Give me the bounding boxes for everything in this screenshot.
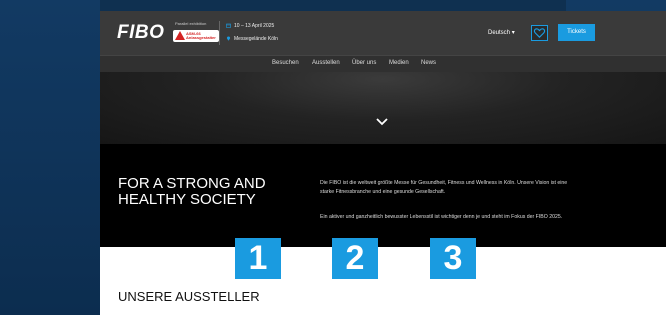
partner-line2: Anlassgestalter bbox=[186, 35, 216, 40]
background-left bbox=[0, 0, 100, 315]
location-pin-icon bbox=[226, 36, 231, 41]
scroll-down-chevron-icon[interactable] bbox=[376, 117, 388, 126]
calendar-icon bbox=[226, 23, 231, 28]
partner-caption: Parallel exhibition bbox=[175, 21, 207, 26]
step-marker-2: 2 bbox=[332, 238, 378, 279]
nav-item-medien[interactable]: Medien bbox=[389, 60, 409, 66]
headline-line2: HEALTHY SOCIETY bbox=[118, 191, 256, 208]
language-label: Deutsch bbox=[488, 30, 511, 36]
headline-line1: FOR A STRONG AND bbox=[118, 175, 266, 192]
header-divider bbox=[219, 21, 220, 45]
heart-icon bbox=[533, 28, 546, 38]
about-paragraph-2: Ein aktiver und ganzheitlich bewusster L… bbox=[320, 214, 563, 220]
partner-badge-text: ASM-66 Anlassgestalter bbox=[186, 32, 216, 40]
step-marker-1: 1 bbox=[235, 238, 281, 279]
chevron-down-icon: ▾ bbox=[511, 30, 515, 36]
nav-item-besuchen[interactable]: Besuchen bbox=[272, 60, 299, 66]
tickets-button[interactable]: Tickets bbox=[558, 24, 595, 41]
event-date: 10 – 13 April 2025 bbox=[234, 23, 275, 29]
nav-item-ueber-uns[interactable]: Über uns bbox=[352, 60, 376, 66]
hero-banner bbox=[100, 72, 666, 144]
site-header: FIBO Parallel exhibition ASM-66 Anlassge… bbox=[100, 11, 666, 55]
about-section: FOR A STRONG AND HEALTHY SOCIETY Die FIB… bbox=[100, 144, 666, 247]
about-paragraph-1: Die FIBO ist die weltweit größte Messe f… bbox=[320, 180, 568, 195]
nav-item-news[interactable]: News bbox=[421, 60, 436, 66]
warning-triangle-icon bbox=[175, 31, 185, 40]
nav-item-ausstellen[interactable]: Ausstellen bbox=[312, 60, 340, 66]
partner-logo: Parallel exhibition ASM-66 Anlassgestalt… bbox=[173, 21, 221, 45]
main-nav: Besuchen Ausstellen Über uns Medien News bbox=[100, 55, 666, 72]
browser-page: FIBO Parallel exhibition ASM-66 Anlassge… bbox=[100, 11, 666, 315]
language-selector[interactable]: Deutsch ▾ bbox=[488, 29, 515, 36]
fibo-logo[interactable]: FIBO bbox=[117, 22, 164, 44]
partner-badge: ASM-66 Anlassgestalter bbox=[173, 30, 219, 42]
favorites-button[interactable] bbox=[531, 25, 548, 41]
section-title-aussteller: UNSERE AUSSTELLER bbox=[118, 289, 260, 304]
event-venue: Messegelände Köln bbox=[234, 36, 278, 42]
about-headline: FOR A STRONG AND HEALTHY SOCIETY bbox=[118, 176, 266, 208]
step-marker-3: 3 bbox=[430, 238, 476, 279]
